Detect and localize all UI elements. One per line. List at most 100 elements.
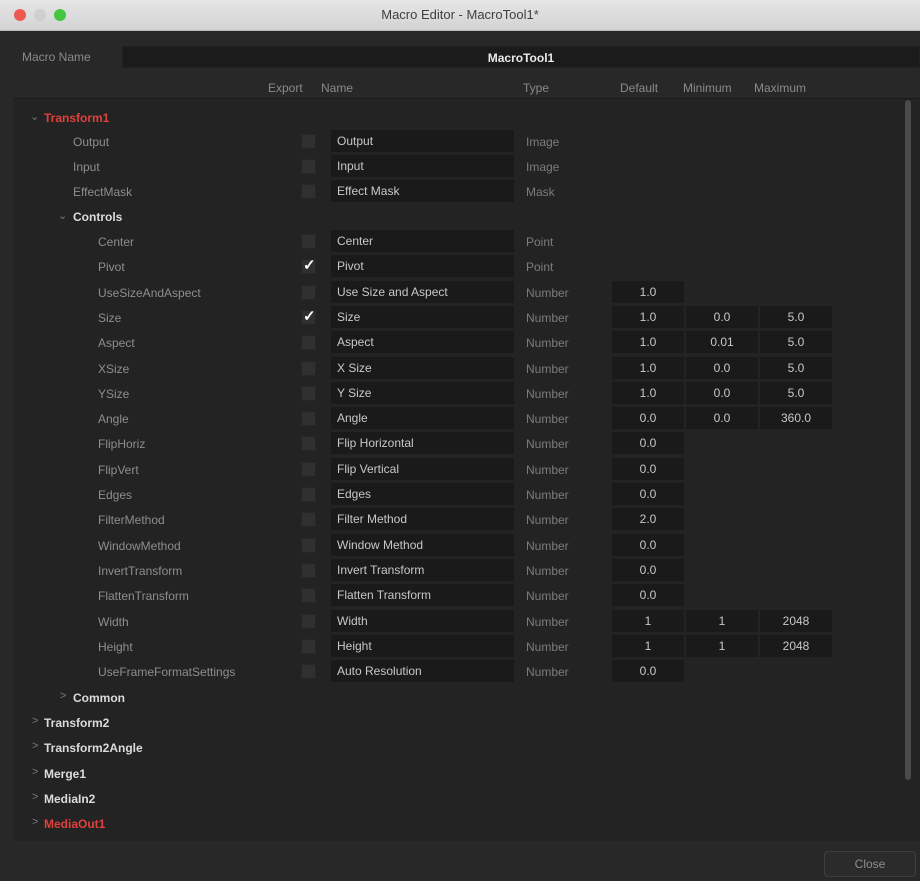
export-checkbox[interactable] [301, 512, 316, 528]
column-header-name: Name [321, 81, 354, 95]
chevron-right-icon[interactable]: > [32, 740, 38, 752]
control-name-field[interactable]: Aspect [331, 331, 514, 354]
control-type: Number [526, 639, 569, 654]
chevron-down-icon[interactable]: ⌄ [30, 110, 39, 123]
chevron-right-icon[interactable]: > [32, 766, 38, 778]
chevron-right-icon[interactable]: > [32, 816, 38, 828]
macro-name-input[interactable]: MacroTool1 [122, 46, 920, 68]
control-name-field[interactable]: Y Size [331, 381, 514, 404]
export-checkbox[interactable] [301, 638, 316, 654]
default-value-field[interactable]: 0.0 [612, 533, 684, 556]
tree-row-effectmask: EffectMask Effect Mask Mask [14, 179, 919, 205]
control-name-field[interactable]: Angle [331, 407, 514, 430]
default-value-field[interactable]: 1 [612, 634, 684, 657]
minimum-value-field[interactable]: 1 [686, 634, 758, 657]
control-name-field[interactable]: Effect Mask [331, 180, 514, 202]
default-value-field[interactable]: 0.0 [612, 407, 684, 430]
control-name-field[interactable]: Flatten Transform [331, 584, 514, 607]
tree-row-control: UseFrameFormatSettings Auto Resolution Num… [14, 659, 919, 685]
default-value-field[interactable]: 1.0 [612, 305, 684, 328]
default-value-field[interactable]: 1 [612, 609, 684, 632]
tree-group-transform2angle[interactable]: > Transform2Angle [14, 735, 919, 761]
maximum-value-field[interactable]: 2048 [760, 609, 832, 632]
control-name-field[interactable]: Flip Vertical [331, 457, 514, 480]
maximum-value-field[interactable]: 5.0 [760, 305, 832, 328]
export-checkbox[interactable] [301, 159, 316, 174]
default-value-field[interactable]: 1.0 [612, 381, 684, 404]
minimum-value-field[interactable]: 1 [686, 609, 758, 632]
minimum-value-field[interactable]: 0.0 [686, 356, 758, 379]
chevron-right-icon[interactable]: > [32, 715, 38, 727]
control-name-field[interactable]: Invert Transform [331, 558, 514, 581]
export-checkbox[interactable] [301, 184, 316, 199]
export-checkbox[interactable] [301, 613, 316, 629]
export-checkbox[interactable] [301, 436, 316, 452]
control-name-field[interactable]: Width [331, 609, 514, 632]
default-value-field[interactable]: 0.0 [612, 584, 684, 607]
tree-row-label: FlipHoriz [98, 437, 146, 452]
chevron-down-icon[interactable]: ⌄ [58, 209, 67, 222]
maximum-value-field[interactable]: 5.0 [760, 331, 832, 354]
default-value-field[interactable]: 0.0 [612, 457, 684, 480]
export-checkbox[interactable] [301, 562, 316, 578]
export-checkbox[interactable] [301, 234, 316, 249]
control-name-field[interactable]: Center [331, 230, 514, 252]
export-checkbox[interactable] [301, 385, 316, 401]
control-name-field[interactable]: Input [331, 155, 514, 177]
export-checkbox[interactable] [301, 537, 316, 553]
export-checkbox[interactable] [301, 360, 316, 376]
export-checkbox[interactable] [301, 335, 316, 351]
control-name-field[interactable]: Use Size and Aspect [331, 280, 514, 303]
vertical-scrollbar[interactable] [905, 100, 911, 780]
tree-group-merge1[interactable]: > Merge1 [14, 761, 919, 787]
export-checkbox[interactable] [301, 461, 316, 477]
control-name-field[interactable]: X Size [331, 356, 514, 379]
maximum-value-field[interactable]: 360.0 [760, 407, 832, 430]
default-value-field[interactable]: 1.0 [612, 356, 684, 379]
control-name-field[interactable]: Edges [331, 483, 514, 505]
export-checkbox[interactable] [301, 284, 316, 300]
minimum-value-field[interactable]: 0.01 [686, 331, 758, 354]
control-name-field[interactable]: Output [331, 130, 514, 152]
export-checkbox[interactable] [301, 588, 316, 604]
chevron-right-icon[interactable]: > [60, 690, 66, 702]
maximum-value-field[interactable]: 2048 [760, 634, 832, 657]
default-value-field[interactable]: 0.0 [612, 660, 684, 683]
export-checkbox[interactable] [301, 134, 316, 149]
control-type: Number [526, 665, 569, 680]
control-name-field[interactable]: Pivot [331, 255, 514, 278]
macro-tree-panel[interactable]: ⌄ Transform1 Output Output Image Input I… [14, 98, 920, 841]
tree-group-mediaout1[interactable]: > MediaOut1 [14, 811, 919, 837]
maximum-value-field[interactable]: 5.0 [760, 381, 832, 404]
tree-row-label: UseSizeAndAspect [98, 285, 201, 300]
minimum-value-field[interactable]: 0.0 [686, 381, 758, 404]
minimum-value-field[interactable]: 0.0 [686, 305, 758, 328]
export-checkbox[interactable] [301, 487, 316, 502]
tree-group-transform1[interactable]: ⌄ Transform1 [14, 105, 919, 131]
control-name-field[interactable]: Flip Horizontal [331, 432, 514, 455]
export-checkbox[interactable] [301, 411, 316, 427]
maximum-value-field[interactable]: 5.0 [760, 356, 832, 379]
control-type: Number [526, 488, 569, 502]
control-name-field[interactable]: Height [331, 634, 514, 657]
default-value-field[interactable]: 0.0 [612, 483, 684, 505]
default-value-field[interactable]: 1.0 [612, 331, 684, 354]
control-name-field[interactable]: Window Method [331, 533, 514, 556]
minimum-value-field[interactable]: 0.0 [686, 407, 758, 430]
tree-group-controls[interactable]: ⌄ Controls [14, 204, 919, 230]
default-value-field[interactable]: 2.0 [612, 508, 684, 531]
tree-group-transform2[interactable]: > Transform2 [14, 710, 919, 736]
control-name-field[interactable]: Filter Method [331, 508, 514, 531]
tree-row-label: InvertTransform [98, 563, 183, 578]
tree-row-control: XSize X Size Number 1.0 0.0 5.0 [14, 356, 919, 382]
default-value-field[interactable]: 0.0 [612, 558, 684, 581]
control-name-field[interactable]: Size [331, 305, 514, 328]
close-button[interactable]: Close [824, 851, 916, 877]
chevron-right-icon[interactable]: > [32, 791, 38, 803]
tree-group-common[interactable]: > Common [14, 685, 919, 711]
tree-group-mediain2[interactable]: > MediaIn2 [14, 786, 919, 812]
export-checkbox[interactable] [301, 664, 316, 680]
default-value-field[interactable]: 1.0 [612, 280, 684, 303]
default-value-field[interactable]: 0.0 [612, 432, 684, 455]
control-name-field[interactable]: Auto Resolution [331, 660, 514, 683]
